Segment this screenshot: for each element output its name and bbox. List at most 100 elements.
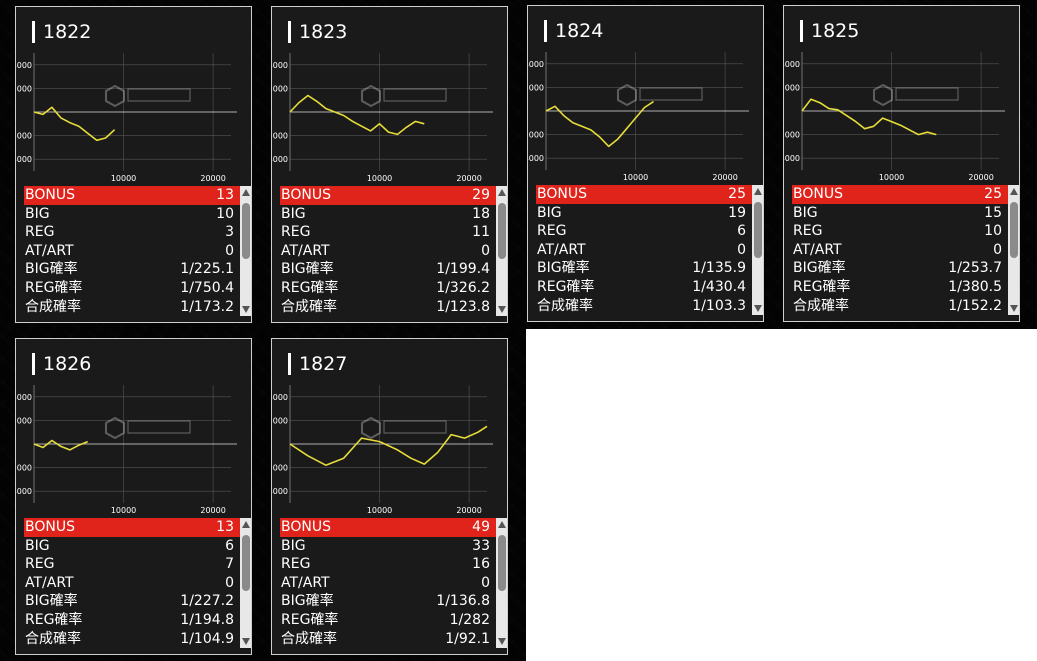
stat-label: BONUS [281,187,331,203]
scroll-down-arrow-icon[interactable] [242,638,250,645]
scroll-up-arrow-icon[interactable] [498,189,506,196]
stats-scrollbar[interactable] [240,186,251,316]
slump-graph: 4000 2000 -2000 -4000 10000 20000 [528,52,749,180]
stat-value: 29 [472,187,490,203]
scroll-up-arrow-icon[interactable] [242,521,250,528]
stat-label: REG [537,223,567,240]
bonus-total-row: BONUS 25 [792,185,1008,204]
x-tick-label: 10000 [623,173,648,180]
stat-row: REG確率 1/430.4 [536,278,752,297]
stat-value: 11 [472,224,490,241]
machine-number-title: 1827 [288,353,347,375]
stat-value: 49 [472,519,490,535]
stat-row: BIG 33 [280,537,496,556]
y-tick-label: 4000 [272,61,288,70]
scroll-up-arrow-icon[interactable] [242,189,250,196]
bonus-total-row: BONUS 13 [24,518,240,537]
stat-value: 1/136.8 [436,593,490,610]
y-tick-label: -2000 [272,464,288,473]
scroll-down-arrow-icon[interactable] [1010,305,1018,312]
stat-value: 1/194.8 [180,611,234,628]
stats-scrollbar[interactable] [1008,185,1019,315]
stat-row: 合成確率 1/152.2 [792,297,1008,314]
stat-label: BIG [281,205,306,222]
stat-row: BIG確率 1/253.7 [792,259,1008,278]
stat-value: 19 [728,204,746,221]
stat-row: REG確率 1/326.2 [280,279,496,298]
stat-row: 合成確率 1/173.2 [24,298,240,315]
stat-row: AT/ART 0 [792,241,1008,260]
stat-value: 33 [472,537,490,554]
scroll-down-arrow-icon[interactable] [754,305,762,312]
y-tick-label: 2000 [784,83,800,92]
x-tick-label: 20000 [712,173,737,180]
stat-label: BIG確率 [281,261,334,278]
stat-row: 合成確率 1/104.9 [24,630,240,647]
series-line [801,98,937,136]
stat-label: AT/ART [281,574,330,591]
machine-card: 182240002000-2000-40001000020000BONUS13B… [15,6,252,323]
stat-row: BIG 15 [792,204,1008,223]
stats-table: BONUS 13 BIG 10 REG 3 AT/ART 0 BIG確率 1/225.1 REG確率… [24,186,240,315]
stat-row: AT/ART 0 [280,574,496,593]
scroll-up-arrow-icon[interactable] [498,521,506,528]
stats-scrollbar[interactable] [496,518,507,648]
y-tick-label: 2000 [272,84,288,93]
machine-number-title: 1826 [32,353,91,375]
slump-graph: 4000 2000 -2000 -4000 10000 20000 [16,53,237,181]
stat-label: AT/ART [537,241,586,258]
stat-label: REG確率 [793,278,851,295]
stat-row: BIG 10 [24,205,240,224]
scroll-up-arrow-icon[interactable] [754,188,762,195]
stat-value: 0 [993,241,1002,258]
stat-label: BIG [25,537,50,554]
scroll-thumb[interactable] [498,535,506,591]
stat-label: BIG確率 [537,260,590,277]
stat-row: REG確率 1/194.8 [24,611,240,630]
stats-scrollbar[interactable] [240,518,251,648]
stat-row: 合成確率 1/92.1 [280,630,496,647]
stat-label: 合成確率 [25,630,81,647]
stat-row: BIG 19 [536,204,752,223]
scroll-thumb[interactable] [1010,202,1018,258]
stat-label: 合成確率 [25,298,81,315]
stats-scrollbar[interactable] [752,185,763,315]
stat-label: REG確率 [25,279,83,296]
stat-value: 1/92.1 [445,630,490,647]
y-tick-label: -2000 [528,131,544,140]
scroll-thumb[interactable] [754,202,762,258]
stat-label: AT/ART [281,242,330,259]
slump-graph: 4000 2000 -2000 -4000 10000 20000 [784,52,1005,180]
stats-scrollbar[interactable] [496,186,507,316]
watermark-logo [873,83,959,107]
scroll-down-arrow-icon[interactable] [498,638,506,645]
scroll-down-arrow-icon[interactable] [242,306,250,313]
scroll-thumb[interactable] [498,203,506,259]
y-tick-label: -4000 [528,154,544,163]
stat-value: 15 [984,204,1002,221]
y-tick-label: 2000 [528,83,544,92]
stat-value: 3 [225,224,234,241]
stat-row: REG 6 [536,222,752,241]
scroll-up-arrow-icon[interactable] [1010,188,1018,195]
stat-row: BIG確率 1/199.4 [280,260,496,279]
stat-label: AT/ART [793,241,842,258]
bonus-total-row: BONUS 13 [24,186,240,205]
stat-value: 1/326.2 [436,279,490,296]
series-line [545,100,654,148]
watermark-logo [361,84,447,108]
scroll-down-arrow-icon[interactable] [498,306,506,313]
stat-value: 1/282 [449,611,490,628]
stat-label: BIG [281,537,306,554]
y-tick-label: -2000 [16,464,32,473]
stat-label: 合成確率 [793,297,849,314]
watermark-logo [617,83,703,107]
scroll-thumb[interactable] [242,203,250,259]
scroll-thumb[interactable] [242,535,250,591]
stat-row: BIG確率 1/135.9 [536,259,752,278]
y-tick-label: -4000 [16,155,32,164]
stat-label: REG確率 [281,611,339,628]
stat-value: 6 [225,537,234,554]
x-tick-label: 20000 [200,174,225,181]
stat-value: 13 [216,187,234,203]
